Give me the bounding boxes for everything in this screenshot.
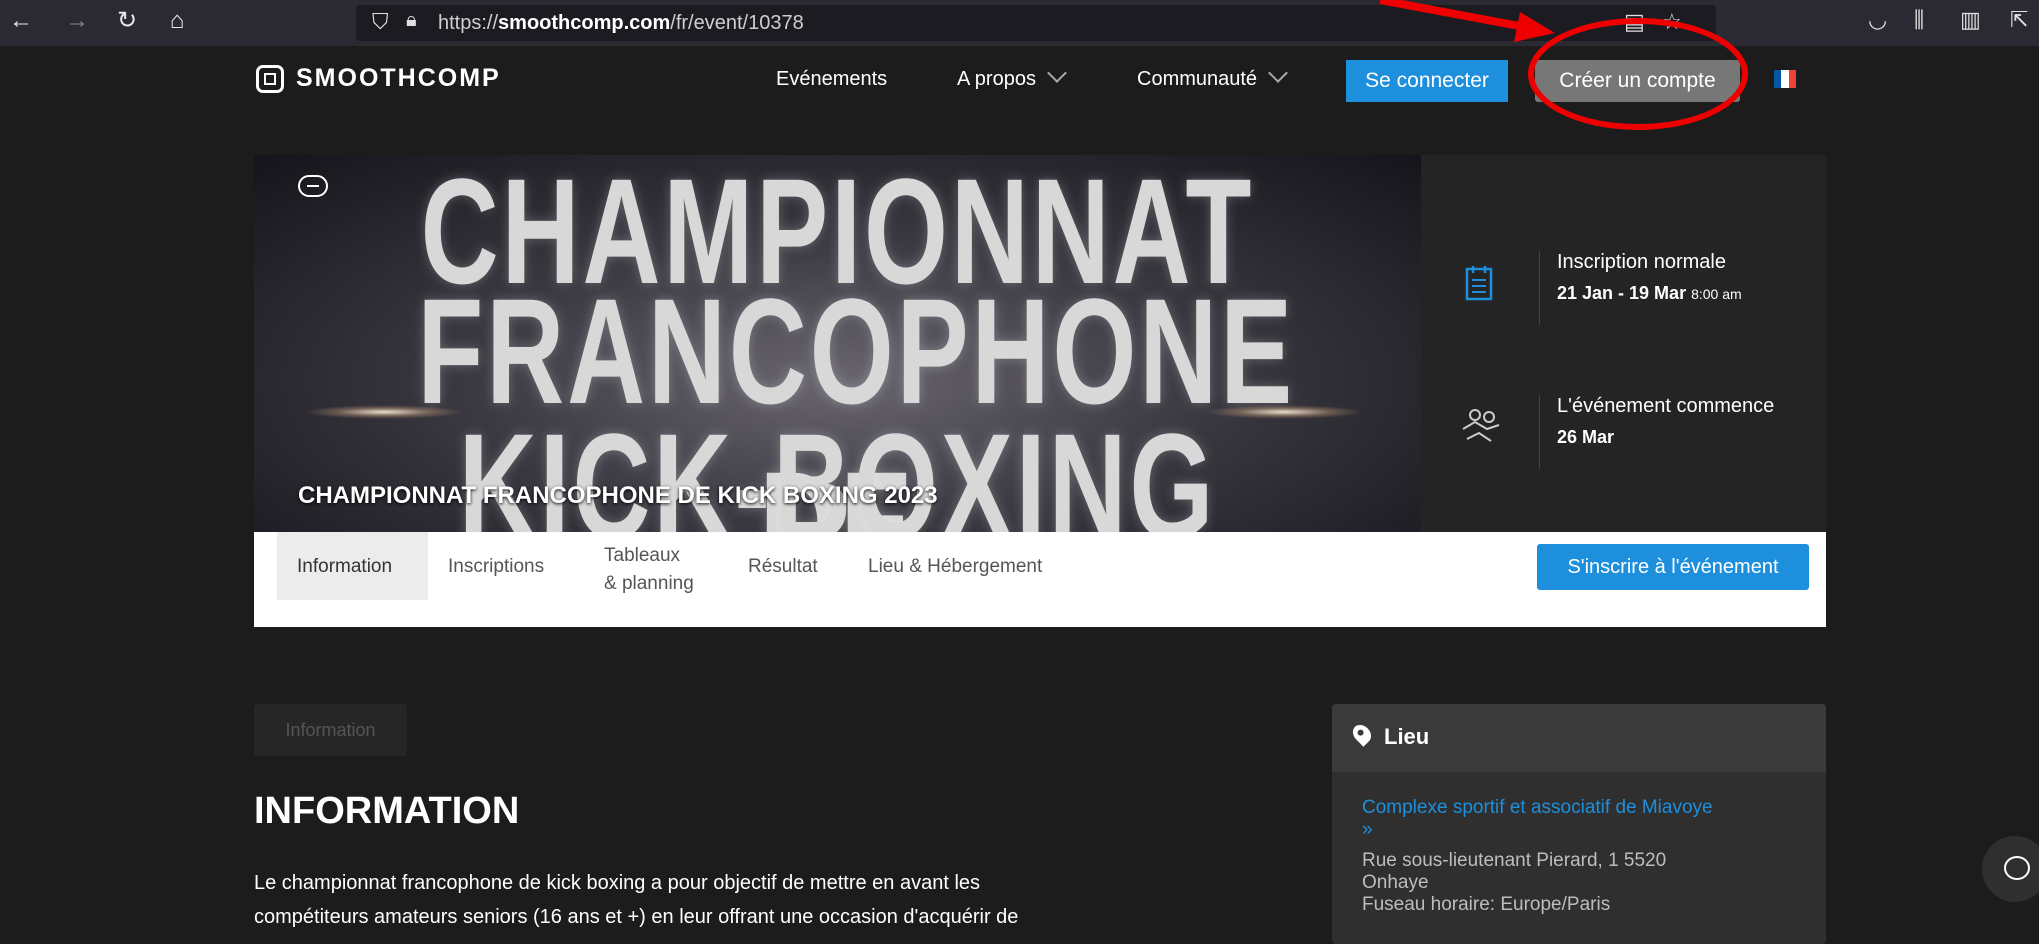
nav-events[interactable]: Evénements — [776, 68, 887, 91]
shield-icon[interactable]: ⛉ — [372, 9, 389, 35]
back-arrow-icon[interactable]: ← — [6, 6, 36, 36]
tab-tableaux[interactable]: Tableaux & planning — [604, 532, 694, 600]
banner-headline-line3: KICK-BOXING — [458, 402, 1217, 532]
nav-about[interactable]: A propos — [957, 63, 1067, 91]
collapse-icon[interactable] — [298, 175, 328, 197]
map-pin-icon — [1349, 721, 1375, 747]
start-label: L'événement commence — [1557, 395, 1775, 417]
event-start-info: L'événement commence 26 Mar — [1421, 387, 1826, 497]
annotation-circle — [1528, 18, 1748, 130]
registration-label: Inscription normale — [1557, 251, 1726, 273]
reload-icon[interactable]: ↻ — [112, 6, 142, 36]
browser-toolbar: ← → ↻ ⌂ ⛉ 🔒︎ https://smoothcomp.com/fr/e… — [0, 0, 2039, 46]
section-heading: INFORMATION — [254, 790, 520, 832]
extensions-icon[interactable]: ⇱ — [2010, 7, 2028, 33]
description-line: Le championnat francophone de kick boxin… — [254, 872, 981, 894]
venue-title: Lieu — [1384, 724, 1430, 749]
tab-lieu-hebergement[interactable]: Lieu & Hébergement — [868, 532, 1042, 600]
register-event-button[interactable]: S'inscrire à l'événement — [1537, 544, 1809, 590]
registration-dates: 21 Jan - 19 Mar 8:00 am — [1557, 283, 1742, 303]
venue-link[interactable]: Complexe sportif et associatif de Miavoy… — [1362, 797, 1713, 841]
start-date: 26 Mar — [1557, 427, 1615, 447]
nav-community[interactable]: Communauté — [1137, 63, 1288, 91]
lock-icon[interactable]: 🔒︎ — [406, 9, 417, 32]
chat-bubble-icon[interactable] — [1982, 836, 2039, 902]
smoothcomp-logo[interactable]: SMOOTHCOMP — [256, 64, 501, 93]
french-flag-icon[interactable] — [1774, 70, 1796, 88]
tab-information[interactable]: Information — [277, 532, 428, 600]
tab-resultat[interactable]: Résultat — [748, 532, 818, 600]
home-icon[interactable]: ⌂ — [162, 6, 192, 36]
chevron-down-icon — [1047, 63, 1067, 83]
venue-name[interactable]: Complexe sportif et associatif de Miavoy… — [1362, 797, 1713, 819]
venue-address: Rue sous-lieutenant Pierard, 1 5520 Onha… — [1362, 838, 1666, 916]
light-flare — [1204, 405, 1364, 419]
url-text[interactable]: https://smoothcomp.com/fr/event/10378 — [438, 12, 804, 35]
divider — [1539, 251, 1540, 325]
event-title: CHAMPIONNAT FRANCOPHONE DE KICK BOXING 2… — [298, 482, 938, 509]
event-info-panel: Inscription normale 21 Jan - 19 Mar 8:00… — [1421, 155, 1826, 532]
sidebar-icon[interactable]: ▥ — [1960, 7, 1981, 33]
chevron-down-icon — [1268, 63, 1288, 83]
registration-info: Inscription normale 21 Jan - 19 Mar 8:00… — [1421, 243, 1826, 353]
calendar-icon — [1459, 263, 1499, 303]
library-icon[interactable]: ⫼ — [1914, 7, 1924, 33]
venue-card-header: Lieu — [1332, 704, 1826, 772]
event-banner: CHAMPIONNAT FRANCOPHONE DE KICK-BOXING C… — [254, 155, 1421, 532]
light-flare — [304, 405, 464, 419]
venue-card: Lieu Complexe sportif et associatif de M… — [1332, 704, 1826, 944]
address-city: Onhaye — [1362, 872, 1429, 893]
event-tabs: Information Inscriptions Tableaux & plann… — [254, 532, 1826, 627]
pocket-icon[interactable]: ◡ — [1868, 7, 1887, 33]
divider — [1539, 395, 1540, 469]
forward-arrow-icon[interactable]: → — [62, 6, 92, 36]
logo-text: SMOOTHCOMP — [296, 64, 501, 92]
section-pill[interactable]: Information — [254, 704, 407, 756]
description-line: compétiteurs amateurs seniors (16 ans et… — [254, 906, 1019, 928]
tab-inscriptions[interactable]: Inscriptions — [448, 532, 544, 600]
description-text: Le championnat francophone de kick boxin… — [254, 866, 1114, 934]
login-button[interactable]: Se connecter — [1346, 60, 1508, 102]
wrestlers-icon — [1459, 407, 1500, 447]
address-line: Rue sous-lieutenant Pierard, 1 5520 — [1362, 850, 1667, 871]
logo-mark-icon — [256, 64, 284, 93]
